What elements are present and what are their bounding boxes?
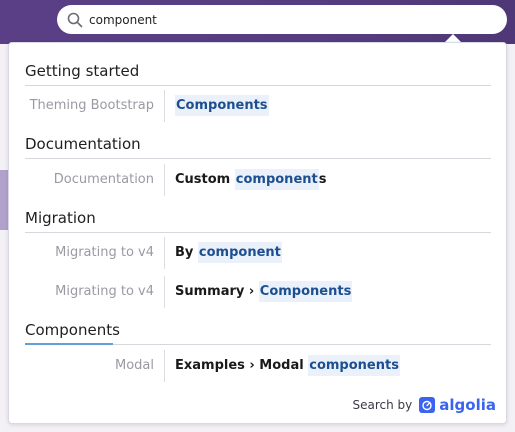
algolia-brand-text: algolia — [439, 396, 496, 414]
suggestion-subcategory: Theming Bootstrap — [29, 98, 154, 113]
search-highlight: Components — [258, 281, 353, 302]
category-divider — [25, 85, 491, 86]
suggestion-title: Custom components — [175, 164, 326, 196]
search-highlight: component — [234, 169, 319, 190]
suggestion-title: Examples › Modal components — [175, 350, 400, 382]
active-category-underline — [25, 343, 113, 345]
column-divider — [164, 164, 165, 196]
category-divider — [25, 232, 491, 233]
search-by-label: Search by — [352, 398, 413, 412]
suggestion-item[interactable]: Documentation Custom components — [25, 164, 491, 196]
search-box[interactable] — [57, 5, 507, 34]
column-divider — [164, 350, 165, 382]
search-highlight: components — [308, 355, 400, 376]
search-input[interactable] — [89, 5, 489, 34]
search-icon — [66, 11, 84, 29]
suggestion-title: Summary › Components — [175, 276, 353, 308]
category-documentation: Documentation — [25, 135, 141, 153]
suggestion-subcategory: Migrating to v4 — [55, 245, 154, 260]
suggestion-item[interactable]: Modal Examples › Modal components — [25, 350, 491, 382]
suggestion-item[interactable]: Migrating to v4 Summary › Components — [25, 276, 491, 308]
suggestion-item[interactable]: Theming Bootstrap Components — [25, 90, 491, 122]
category-getting-started: Getting started — [25, 62, 140, 80]
suggestion-title: By component — [175, 237, 282, 269]
suggestion-title: Components — [175, 90, 269, 122]
category-divider — [25, 158, 491, 159]
category-migration: Migration — [25, 209, 96, 227]
column-divider — [164, 276, 165, 308]
column-divider — [164, 237, 165, 269]
algolia-logo-icon — [419, 397, 436, 413]
suggestion-subcategory: Modal — [115, 358, 154, 373]
search-highlight: Components — [175, 95, 269, 116]
search-by-algolia-link[interactable]: Search by algolia — [353, 394, 496, 416]
column-divider — [164, 90, 165, 122]
suggestion-subcategory: Migrating to v4 — [55, 284, 154, 299]
category-components: Components — [25, 321, 120, 339]
dropdown-caret — [445, 34, 461, 42]
search-highlight: component — [197, 242, 282, 263]
suggestion-item[interactable]: Migrating to v4 By component — [25, 237, 491, 269]
suggestion-subcategory: Documentation — [53, 172, 154, 187]
search-suggestions-dropdown: Getting started Theming Bootstrap Compon… — [8, 42, 507, 424]
category-divider — [25, 343, 491, 345]
